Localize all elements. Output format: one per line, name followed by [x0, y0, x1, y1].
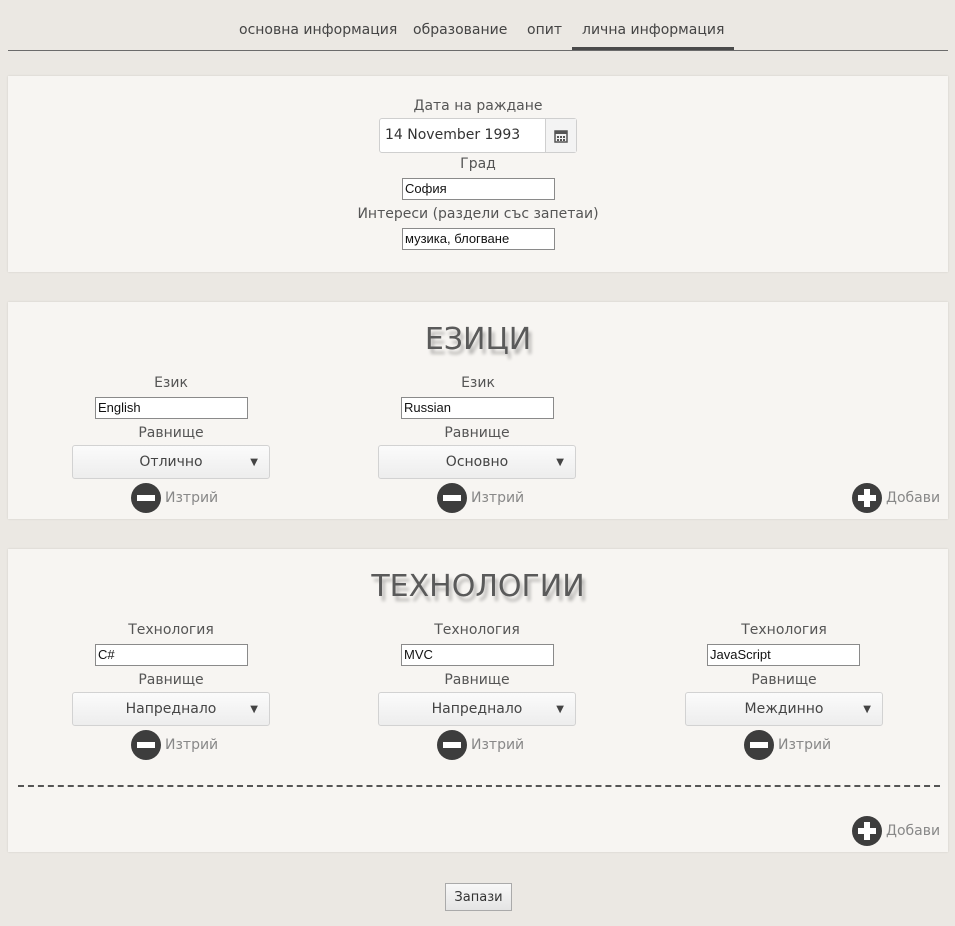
language-label: Език: [461, 375, 495, 391]
technology-level-label: Равнище: [138, 672, 204, 688]
minus-icon: [744, 730, 774, 760]
remove-label: Изтрий: [165, 737, 219, 753]
technology-level-value: Напреднало: [125, 701, 217, 717]
tab-education[interactable]: образование: [413, 22, 507, 50]
tab-personal-info[interactable]: лична информация: [572, 22, 735, 50]
language-level-value: Отлично: [139, 454, 203, 470]
minus-icon: [131, 483, 161, 513]
minus-icon: [437, 730, 467, 760]
city-label: Град: [460, 156, 496, 172]
language-level-label: Равнище: [138, 425, 204, 441]
technology-label: Технология: [741, 622, 827, 638]
technology-level-select[interactable]: Напреднало ▼: [72, 692, 270, 726]
save-button[interactable]: Запази: [445, 883, 512, 911]
birth-date-value: 14 November 1993: [385, 127, 521, 143]
remove-technology-button[interactable]: Изтрий: [131, 730, 218, 760]
languages-heading: ЕЗИЦИ: [424, 322, 532, 357]
remove-label: Изтрий: [471, 490, 525, 506]
dropdown-arrow-icon: ▼: [250, 704, 258, 715]
remove-technology-button[interactable]: Изтрий: [744, 730, 831, 760]
city-input[interactable]: София: [402, 178, 555, 200]
language-level-label: Равнище: [444, 425, 510, 441]
minus-icon: [131, 730, 161, 760]
add-label: Добави: [886, 490, 941, 506]
technology-level-select[interactable]: Междинно ▼: [685, 692, 883, 726]
language-input[interactable]: Russian: [401, 397, 554, 419]
technology-input[interactable]: C#: [95, 644, 248, 666]
interests-input[interactable]: музика, блогване: [402, 228, 555, 250]
technology-level-value: Междинно: [744, 701, 824, 717]
remove-technology-button[interactable]: Изтрий: [437, 730, 524, 760]
remove-label: Изтрий: [471, 737, 525, 753]
language-level-value: Основно: [445, 454, 509, 470]
add-label: Добави: [886, 823, 941, 839]
personal-info-panel: Дата на раждане 14 November 1993 Град Со…: [8, 76, 948, 272]
interests-label: Интереси (раздели със запетаи): [357, 206, 599, 222]
dropdown-arrow-icon: ▼: [863, 704, 871, 715]
language-level-select[interactable]: Основно ▼: [378, 445, 576, 479]
plus-icon: [852, 816, 882, 846]
language-label: Език: [154, 375, 188, 391]
birth-date-picker[interactable]: 14 November 1993: [379, 118, 577, 153]
dropdown-arrow-icon: ▼: [250, 457, 258, 468]
section-divider: [18, 785, 940, 787]
plus-icon: [852, 483, 882, 513]
tab-experience[interactable]: опит: [527, 22, 562, 50]
technology-level-label: Равнище: [444, 672, 510, 688]
technology-level-label: Равнище: [751, 672, 817, 688]
language-input[interactable]: English: [95, 397, 248, 419]
remove-label: Изтрий: [165, 490, 219, 506]
add-language-button[interactable]: Добави: [852, 483, 940, 513]
technology-level-value: Напреднало: [431, 701, 523, 717]
remove-label: Изтрий: [778, 737, 832, 753]
technologies-heading: ТЕХНОЛОГИИ: [371, 569, 585, 604]
dropdown-arrow-icon: ▼: [556, 704, 564, 715]
technology-label: Технология: [128, 622, 214, 638]
tab-basic-info[interactable]: основна информация: [239, 22, 397, 50]
tab-bar: основна информация образование опит личн…: [8, 0, 948, 51]
add-technology-button[interactable]: Добави: [852, 816, 940, 846]
calendar-icon[interactable]: [545, 119, 576, 152]
technology-input[interactable]: JavaScript: [707, 644, 860, 666]
languages-panel: ЕЗИЦИ Език English Равнище Отлично ▼ Изт…: [8, 302, 948, 519]
technology-level-select[interactable]: Напреднало ▼: [378, 692, 576, 726]
birth-date-label: Дата на раждане: [413, 98, 543, 114]
technology-input[interactable]: MVC: [401, 644, 554, 666]
language-level-select[interactable]: Отлично ▼: [72, 445, 270, 479]
technologies-panel: ТЕХНОЛОГИИ Технология C# Равнище Напредн…: [8, 549, 948, 852]
remove-language-button[interactable]: Изтрий: [437, 483, 524, 513]
dropdown-arrow-icon: ▼: [556, 457, 564, 468]
technology-label: Технология: [434, 622, 520, 638]
minus-icon: [437, 483, 467, 513]
remove-language-button[interactable]: Изтрий: [131, 483, 218, 513]
